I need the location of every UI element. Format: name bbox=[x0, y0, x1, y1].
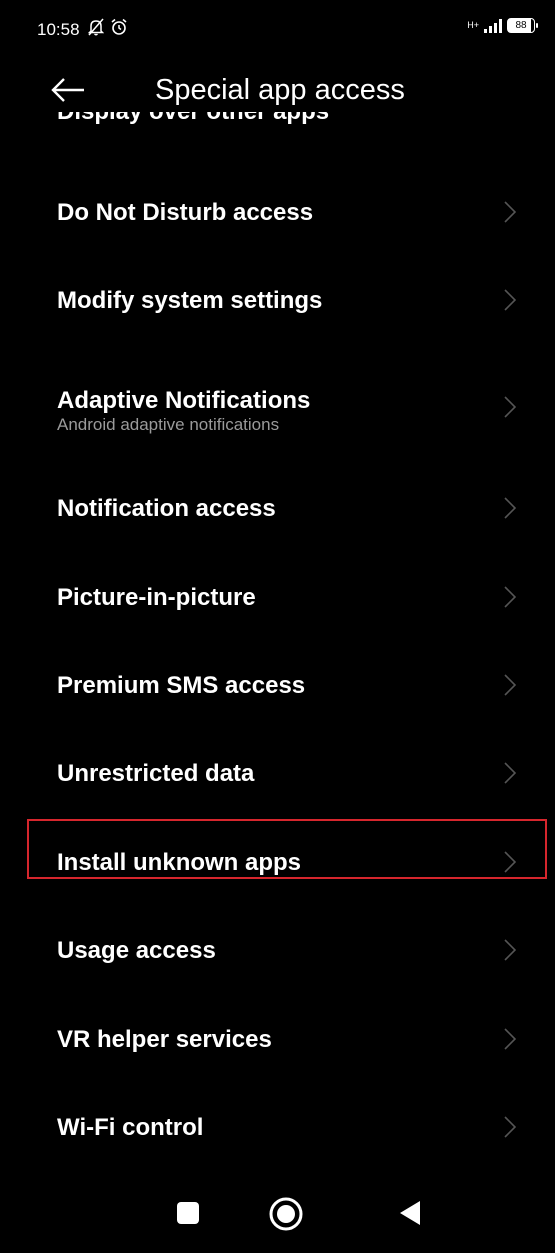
page-title: Special app access bbox=[155, 74, 405, 106]
list-item[interactable]: Modify system settings bbox=[0, 256, 555, 344]
recents-button[interactable] bbox=[176, 1201, 200, 1230]
list-item[interactable]: Notification access bbox=[0, 464, 555, 552]
chevron-right-icon bbox=[504, 289, 517, 311]
list-item-label: Modify system settings bbox=[57, 287, 323, 314]
recents-square-icon bbox=[177, 1202, 199, 1224]
alarm-icon bbox=[111, 18, 127, 35]
list-item-label: Display over other apps bbox=[57, 112, 329, 126]
back-arrow-icon bbox=[51, 78, 84, 102]
list-item[interactable]: Unrestricted data bbox=[0, 729, 555, 817]
network-type-label: H+ bbox=[467, 20, 479, 30]
chevron-right-icon bbox=[504, 201, 517, 223]
highlight-box bbox=[27, 819, 547, 879]
signal-icon bbox=[484, 18, 502, 33]
chevron-right-icon bbox=[504, 497, 517, 519]
chevron-right-icon bbox=[504, 396, 517, 418]
back-button[interactable] bbox=[50, 74, 90, 106]
navigation-bar bbox=[0, 1190, 555, 1253]
list-item-label: Unrestricted data bbox=[57, 760, 255, 787]
settings-list: Display over other apps bbox=[0, 112, 555, 136]
list-item-display-over-other-apps[interactable]: Display over other apps bbox=[0, 112, 555, 136]
list-item[interactable]: Wi-Fi control bbox=[0, 1083, 555, 1171]
list-item-label: VR helper services bbox=[57, 1026, 272, 1053]
list-item-label: Picture-in-picture bbox=[57, 584, 256, 611]
mute-icon bbox=[88, 18, 104, 36]
list-item[interactable]: Premium SMS access bbox=[0, 641, 555, 729]
chevron-right-icon bbox=[504, 586, 517, 608]
chevron-right-icon bbox=[504, 939, 517, 961]
battery-icon: 88 bbox=[507, 18, 538, 33]
chevron-right-icon bbox=[504, 674, 517, 696]
app-header: Special app access bbox=[0, 60, 555, 120]
list-item-label: Notification access bbox=[57, 495, 276, 522]
list-item[interactable]: Usage access bbox=[0, 906, 555, 994]
list-item-label: Do Not Disturb access bbox=[57, 199, 314, 226]
list-item-subtitle: Android adaptive notifications bbox=[57, 415, 280, 434]
list-item[interactable]: Do Not Disturb access bbox=[0, 168, 555, 256]
chevron-right-icon bbox=[504, 1028, 517, 1050]
chevron-right-icon bbox=[504, 762, 517, 784]
status-time: 10:58 bbox=[37, 20, 80, 39]
chevron-right-icon bbox=[504, 1116, 517, 1138]
list-item-label: Usage access bbox=[57, 937, 216, 964]
list-item-label: Premium SMS access bbox=[57, 672, 306, 699]
list-item[interactable]: Picture-in-picture bbox=[0, 553, 555, 641]
home-button[interactable] bbox=[268, 1196, 304, 1237]
list-item[interactable]: Adaptive Notifications Android adaptive n… bbox=[0, 345, 555, 434]
nav-back-button[interactable] bbox=[398, 1200, 422, 1231]
list-item-label: Wi-Fi control bbox=[57, 1114, 204, 1141]
list-item-label: Adaptive Notifications bbox=[57, 387, 311, 414]
status-bar: 10:58 H+ 88 bbox=[0, 0, 555, 60]
list-item[interactable]: VR helper services bbox=[0, 995, 555, 1083]
home-circle-icon bbox=[269, 1197, 303, 1231]
back-triangle-icon bbox=[400, 1201, 420, 1225]
